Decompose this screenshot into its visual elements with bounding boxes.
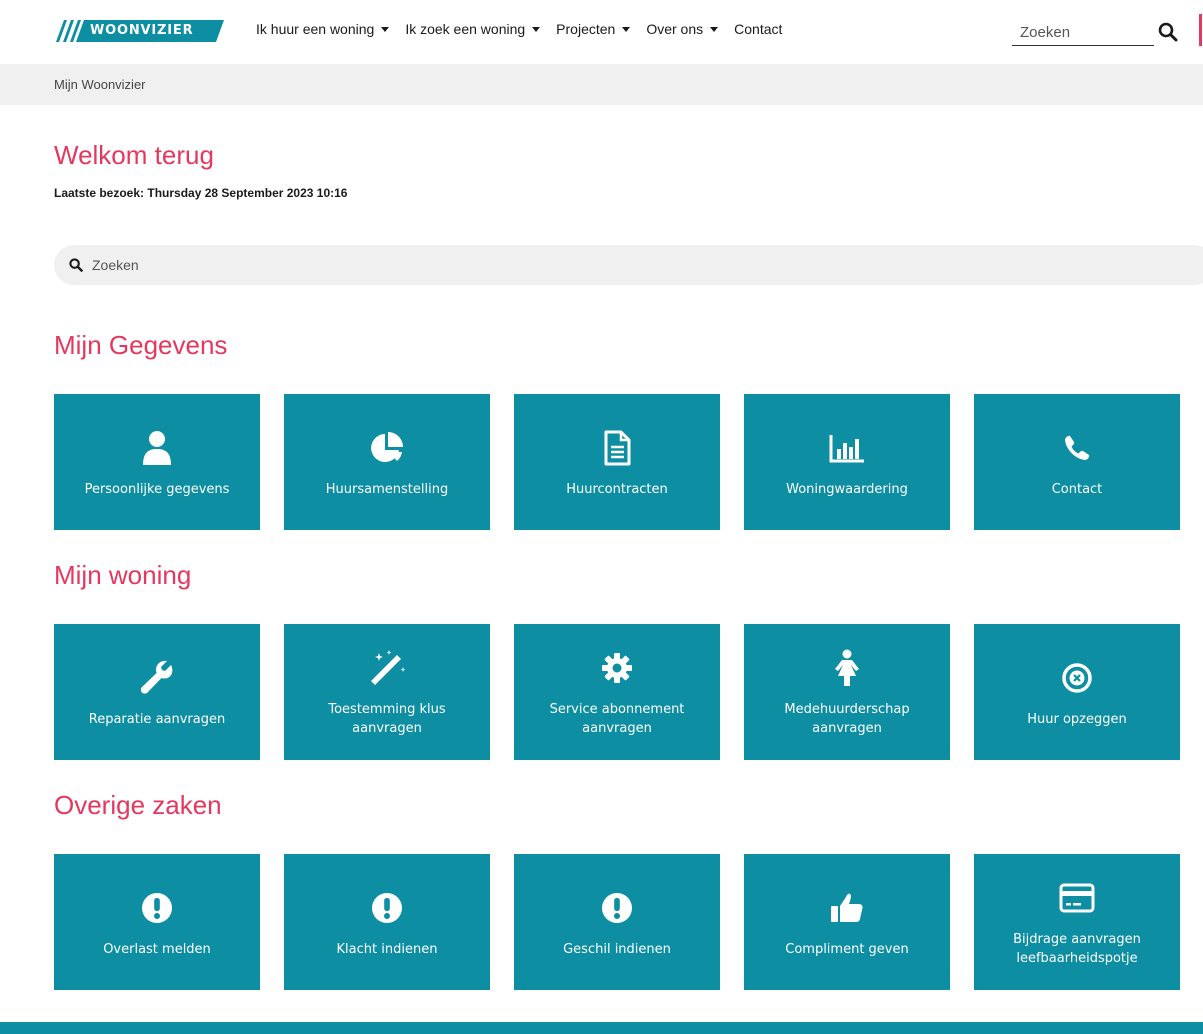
- main-search-bar[interactable]: [54, 245, 1203, 285]
- tile-label: Overlast melden: [103, 941, 211, 957]
- tile-label: Huurcontracten: [566, 481, 668, 497]
- tile-row-mijn-woning: Reparatie aanvragen Toestemming klus aan…: [54, 624, 1180, 760]
- nav-item-label: Projecten: [556, 21, 616, 37]
- section-title-mijn-gegevens: Mijn Gegevens: [54, 330, 228, 360]
- exclamation-circle-icon: [141, 886, 173, 930]
- tile-label: Compliment geven: [785, 941, 909, 957]
- tile-reparatie-aanvragen[interactable]: Reparatie aanvragen: [54, 624, 260, 760]
- nav-item-label: Ik zoek een woning: [405, 21, 526, 37]
- tile-label: Medehuurderschap aanvragen: [784, 702, 910, 736]
- caret-down-icon: [710, 26, 719, 32]
- nav-item-ik-huur-een-woning[interactable]: Ik huur een woning: [256, 21, 390, 37]
- tile-label: Klacht indienen: [336, 941, 438, 957]
- tile-compliment-geven[interactable]: Compliment geven: [744, 854, 950, 990]
- user-icon: [142, 426, 172, 470]
- tile-row-overige-zaken: Overlast melden Klacht indienen Geschil …: [54, 854, 1180, 990]
- tile-label: Persoonlijke gegevens: [84, 481, 230, 497]
- nav-item-over-ons[interactable]: Over ons: [646, 21, 719, 37]
- site-header: WOONVIZIER Ik huur een woning Ik zoek ee…: [0, 0, 1203, 64]
- tile-label: Contact: [1051, 481, 1103, 497]
- tile-huur-opzeggen[interactable]: Huur opzeggen: [974, 624, 1180, 760]
- caret-down-icon: [532, 26, 541, 32]
- logo-text: WOONVIZIER: [90, 23, 194, 38]
- main-search-input[interactable]: [92, 245, 492, 285]
- tile-service-abonnement-aanvragen[interactable]: Service abonnement aanvragen: [514, 624, 720, 760]
- nav-item-label: Over ons: [646, 21, 704, 37]
- nav-item-contact[interactable]: Contact: [734, 21, 782, 37]
- tile-label: Reparatie aanvragen: [88, 711, 226, 727]
- thumbs-up-icon: [830, 886, 864, 930]
- tile-contact[interactable]: Contact: [974, 394, 1180, 530]
- section-title-mijn-woning: Mijn woning: [54, 560, 192, 590]
- wrench-icon: [139, 656, 175, 700]
- section-title-overige-zaken: Overige zaken: [54, 790, 222, 820]
- phone-icon: [1064, 426, 1090, 470]
- tile-label: Woningwaardering: [786, 481, 908, 497]
- bar-chart-icon: [829, 426, 865, 470]
- tile-geschil-indienen[interactable]: Geschil indienen: [514, 854, 720, 990]
- gear-icon: [601, 646, 633, 690]
- tile-label: Huur opzeggen: [1027, 711, 1127, 727]
- tile-bijdrage-aanvragen-leefbaarheidspotje[interactable]: Bijdrage aanvragen leefbaarheidspotje: [974, 854, 1180, 990]
- nav-item-projecten[interactable]: Projecten: [556, 21, 631, 37]
- magic-wand-icon: [367, 646, 407, 690]
- exclamation-circle-icon: [601, 886, 633, 930]
- tile-klacht-indienen[interactable]: Klacht indienen: [284, 854, 490, 990]
- person-icon: [834, 646, 860, 690]
- header-search-input[interactable]: [1012, 14, 1154, 46]
- tile-medehuurderschap-aanvragen[interactable]: Medehuurderschap aanvragen: [744, 624, 950, 760]
- search-icon: [69, 258, 83, 272]
- tile-huurcontracten[interactable]: Huurcontracten: [514, 394, 720, 530]
- breadcrumb[interactable]: Mijn Woonvizier: [54, 77, 146, 92]
- exclamation-circle-icon: [371, 886, 403, 930]
- tile-row-mijn-gegevens: Persoonlijke gegevens Huursamenstelling …: [54, 394, 1180, 530]
- credit-card-icon: [1059, 876, 1095, 920]
- tile-label: Geschil indienen: [563, 941, 671, 957]
- tile-label: Bijdrage aanvragen leefbaarheidspotje: [1013, 932, 1141, 966]
- header-accent-bar: [1199, 14, 1202, 46]
- tile-woningwaardering[interactable]: Woningwaardering: [744, 394, 950, 530]
- main-nav: Ik huur een woning Ik zoek een woning Pr…: [256, 21, 798, 37]
- tile-persoonlijke-gegevens[interactable]: Persoonlijke gegevens: [54, 394, 260, 530]
- breadcrumb-bar: Mijn Woonvizier: [0, 64, 1203, 105]
- nav-item-label: Contact: [734, 21, 783, 37]
- nav-item-ik-zoek-een-woning[interactable]: Ik zoek een woning: [405, 21, 541, 37]
- cancel-circle-icon: [1061, 656, 1093, 700]
- footer-bar: [0, 1022, 1203, 1034]
- tile-huursamenstelling[interactable]: Huursamenstelling: [284, 394, 490, 530]
- caret-down-icon: [622, 26, 631, 32]
- tile-overlast-melden[interactable]: Overlast melden: [54, 854, 260, 990]
- tile-label: Toestemming klus aanvragen: [328, 702, 446, 736]
- caret-down-icon: [381, 26, 390, 32]
- page-title: Welkom terug: [54, 140, 214, 170]
- document-icon: [603, 426, 631, 470]
- woonvizier-logo[interactable]: WOONVIZIER: [54, 18, 225, 44]
- last-visit-text: Laatste bezoek: Thursday 28 September 20…: [54, 186, 348, 200]
- tile-label: Service abonnement aanvragen: [549, 702, 685, 736]
- nav-item-label: Ik huur een woning: [256, 21, 375, 37]
- pie-chart-icon: [370, 426, 404, 470]
- tile-toestemming-klus-aanvragen[interactable]: Toestemming klus aanvragen: [284, 624, 490, 760]
- search-icon[interactable]: [1158, 22, 1178, 42]
- tile-label: Huursamenstelling: [325, 481, 449, 497]
